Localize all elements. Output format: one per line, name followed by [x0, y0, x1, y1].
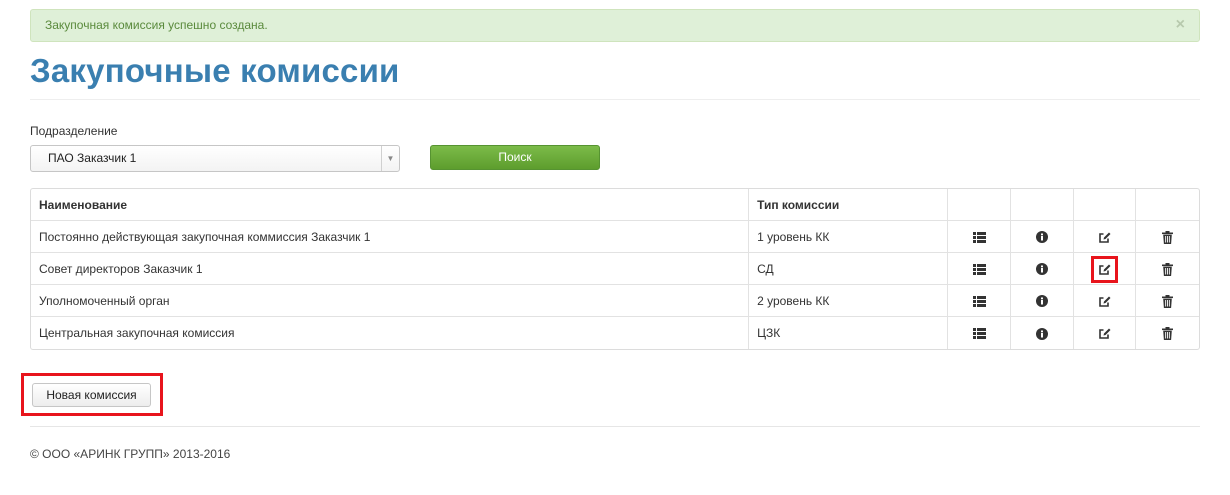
commission-type-cell: ЦЗК [749, 317, 949, 349]
trash-icon[interactable] [1162, 230, 1174, 244]
edit-icon[interactable] [1098, 327, 1111, 340]
column-header-delete [1136, 189, 1199, 221]
edit-action-cell [1074, 317, 1137, 349]
info-action-cell [1010, 221, 1074, 253]
commission-type-cell: 2 уровень КК [749, 285, 949, 317]
column-header-type: Тип комиссии [749, 189, 949, 221]
list-icon[interactable] [972, 328, 986, 340]
search-button[interactable]: Поиск [430, 145, 600, 170]
footer-copyright: © ООО «АРИНК ГРУПП» 2013-2016 [30, 447, 231, 461]
list-action-cell [948, 317, 1011, 349]
commission-type-cell: 1 уровень КК [749, 221, 949, 253]
list-action-cell [948, 285, 1011, 317]
subdivision-label: Подразделение [30, 124, 118, 138]
commission-name-cell: Уполномоченный орган [31, 285, 750, 317]
list-icon[interactable] [972, 263, 986, 275]
trash-icon[interactable] [1162, 262, 1174, 276]
new-commission-button[interactable]: Новая комиссия [32, 383, 151, 407]
edit-action-cell [1073, 221, 1137, 253]
list-action-cell [948, 253, 1011, 285]
info-icon[interactable] [1035, 263, 1048, 276]
table-row: Центральная закупочная комиссия ЦЗК [31, 317, 1199, 349]
chevron-down-icon[interactable]: ▼ [381, 146, 399, 171]
info-action-cell [1010, 285, 1074, 317]
commission-name-cell: Совет директоров Заказчик 1 [31, 253, 750, 285]
close-icon[interactable]: × [1176, 10, 1185, 39]
edit-icon[interactable] [1098, 231, 1111, 244]
column-header-edit [1073, 189, 1137, 221]
list-action-cell [948, 221, 1011, 253]
list-icon[interactable] [972, 295, 986, 307]
trash-icon[interactable] [1162, 327, 1174, 341]
info-icon[interactable] [1035, 231, 1048, 244]
table-header-row: Наименование Тип комиссии [31, 189, 1199, 221]
table-row: Постоянно действующая закупочная коммисс… [31, 221, 1199, 253]
subdivision-select[interactable]: ПАО Заказчик 1 ▼ [30, 145, 400, 172]
trash-action-cell [1136, 285, 1199, 317]
trash-action-cell [1136, 317, 1199, 349]
column-header-info [1010, 189, 1074, 221]
title-divider [30, 99, 1200, 100]
edit-icon[interactable] [1098, 295, 1111, 308]
info-icon[interactable] [1035, 327, 1048, 340]
alert-message: Закупочная комиссия успешно создана. [45, 18, 268, 32]
new-commission-highlight: Новая комиссия [21, 373, 163, 416]
footer-divider [30, 426, 1200, 427]
subdivision-selected-value: ПАО Заказчик 1 [48, 151, 137, 165]
table-row: Совет директоров Заказчик 1 СД [31, 253, 1199, 285]
column-header-name: Наименование [31, 189, 750, 221]
commissions-table: Наименование Тип комиссии Постоянно дейс… [30, 188, 1200, 350]
edit-action-cell [1073, 285, 1137, 317]
trash-action-cell [1136, 221, 1199, 253]
edit-action-cell [1073, 253, 1137, 285]
commission-type-cell: СД [749, 253, 949, 285]
table-row: Уполномоченный орган 2 уровень КК [31, 285, 1199, 317]
info-icon[interactable] [1035, 295, 1048, 308]
list-icon[interactable] [972, 231, 986, 243]
commission-name-cell: Постоянно действующая закупочная коммисс… [31, 221, 750, 253]
success-alert: Закупочная комиссия успешно создана. × [30, 9, 1200, 42]
info-action-cell [1010, 253, 1074, 285]
trash-action-cell [1136, 253, 1199, 285]
trash-icon[interactable] [1162, 294, 1174, 308]
commission-name-cell: Центральная закупочная комиссия [31, 317, 750, 349]
edit-icon[interactable] [1090, 255, 1118, 283]
page-title: Закупочные комиссии [30, 52, 400, 89]
column-header-list [948, 189, 1011, 221]
info-action-cell [1011, 317, 1074, 349]
